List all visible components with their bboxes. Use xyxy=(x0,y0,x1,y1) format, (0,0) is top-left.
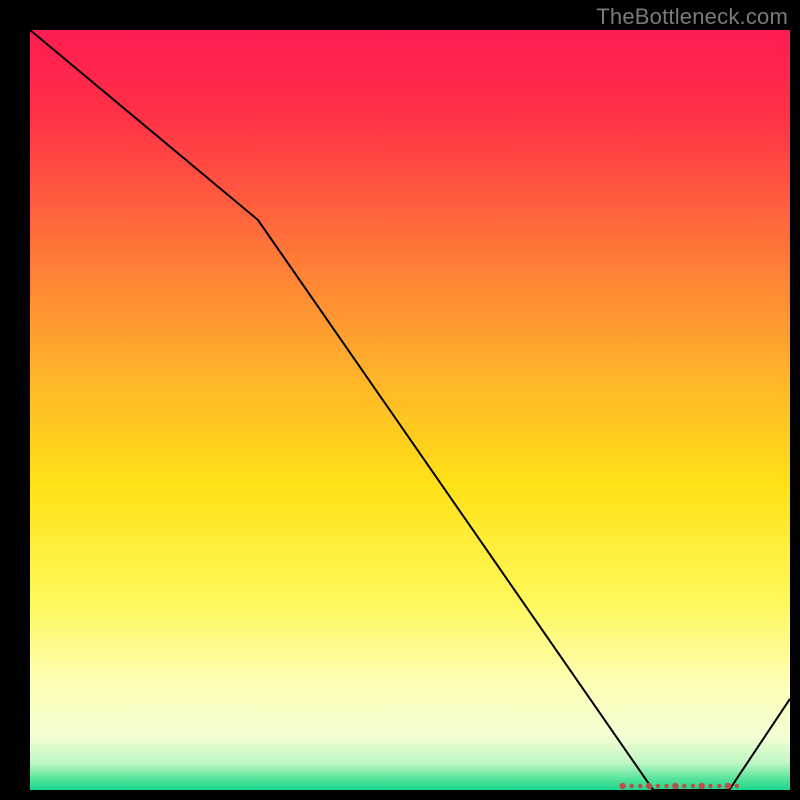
optimal-marker-dot xyxy=(699,783,705,789)
optimal-marker-dot xyxy=(664,784,668,788)
optimal-marker-dot xyxy=(735,784,739,788)
plot-area xyxy=(30,30,790,790)
optimal-marker-dot xyxy=(725,783,731,789)
optimal-marker-dot xyxy=(629,784,633,788)
optimal-marker-dot xyxy=(708,784,712,788)
optimal-marker-dot xyxy=(656,784,660,788)
attribution-text: TheBottleneck.com xyxy=(596,4,788,30)
optimal-marker-dot xyxy=(672,783,678,789)
optimal-marker-dot xyxy=(682,784,686,788)
optimal-marker-dot xyxy=(646,783,652,789)
bottleneck-line-chart xyxy=(30,30,790,790)
chart-frame: TheBottleneck.com xyxy=(0,0,800,800)
optimal-marker-dot xyxy=(620,783,626,789)
optimal-marker-dot xyxy=(638,784,642,788)
optimal-marker-dot xyxy=(717,784,721,788)
optimal-marker-dot xyxy=(691,784,695,788)
gradient-background xyxy=(30,30,790,790)
